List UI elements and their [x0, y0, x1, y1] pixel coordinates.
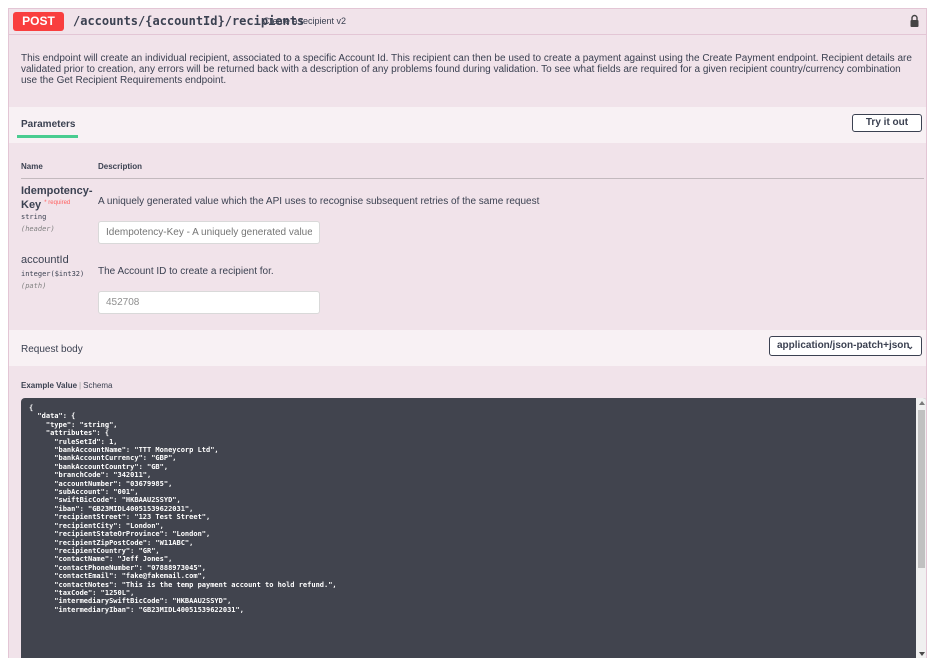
code-line: "intermediaryIban": "GB23MIDL40051539622… [29, 605, 244, 614]
scrollbar-thumb[interactable] [918, 410, 925, 568]
code-line: "recipientStreet": "123 Test Street", [29, 513, 211, 522]
param-name-line1: Idempotency- [21, 185, 93, 197]
param-location: (path) [21, 282, 47, 290]
code-line: "contactEmail": "fake@fakemail.com", [29, 572, 207, 581]
example-json-text: { "data": { "type": "string", "attribute… [29, 404, 337, 614]
code-line: "ruleSetId": 1, [29, 437, 118, 446]
idempotency-key-input[interactable] [98, 221, 320, 244]
code-line: "bankAccountCurrency": "GBP", [29, 454, 177, 463]
code-line: "intermediarySwiftBicCode": "HKBAAU2SSYD… [29, 597, 232, 606]
param-location: (header) [21, 225, 55, 233]
code-line: "subAccount": "001", [29, 488, 139, 497]
param-name-key: Key [21, 199, 42, 211]
param-name: accountId [21, 254, 69, 266]
scroll-down-icon[interactable] [919, 652, 925, 656]
code-line: "accountNumber": "03679985", [29, 479, 173, 488]
operation-description: This endpoint will create an individual … [21, 53, 912, 86]
parameters-tab-underline [17, 135, 78, 138]
param-type: string [21, 213, 47, 221]
request-body-header: Request body application/json-patch+json… [9, 330, 926, 366]
code-line: "bankAccountCountry": "GB", [29, 462, 169, 471]
column-header-description: Description [98, 162, 143, 171]
param-description: The Account ID to create a recipient for… [98, 266, 274, 277]
chevron-down-icon: ⌄ [906, 341, 914, 351]
code-scrollbar[interactable] [916, 398, 926, 658]
code-line: "taxCode": "1250L", [29, 588, 135, 597]
lock-icon[interactable] [909, 14, 920, 28]
column-header-name: Name [21, 162, 43, 171]
example-tabs: Example Value | Schema [21, 381, 112, 390]
tab-example-value[interactable]: Example Value [21, 381, 77, 390]
parameters-tab[interactable]: Parameters [21, 119, 75, 130]
code-line: "bankAccountName": "TTT Moneycorp Ltd", [29, 446, 219, 455]
param-type: integer($int32) [21, 270, 85, 278]
code-line: { [29, 404, 34, 412]
account-id-input[interactable] [98, 291, 320, 314]
required-marker: * required [44, 200, 71, 206]
try-it-out-button[interactable]: Try it out [852, 114, 922, 132]
code-line: "recipientStateOrProvince": "London", [29, 530, 211, 539]
content-type-value: application/json-patch+json [777, 340, 910, 351]
column-divider [21, 178, 924, 179]
param-description: A uniquely generated value which the API… [98, 196, 540, 207]
content-type-select[interactable]: application/json-patch+json ⌄ [769, 336, 922, 356]
code-line: "iban": "GB23MIDL40051539622031", [29, 504, 194, 513]
tab-schema[interactable]: Schema [83, 381, 112, 390]
code-line: "swiftBicCode": "HKBAAU2SSYD", [29, 496, 181, 505]
code-line: "contactName": "Jeff Jones", [29, 555, 173, 564]
param-name-line2: Key * required [21, 198, 70, 211]
code-line: "contactPhoneNumber": "07888973045", [29, 563, 207, 572]
operation-block: POST /accounts/{accountId}/recipients Cr… [8, 8, 927, 658]
example-value-code[interactable]: { "data": { "type": "string", "attribute… [21, 398, 926, 658]
code-line: "data": { [29, 412, 76, 421]
code-line: "type": "string", [29, 420, 118, 429]
code-line: "contactNotes": "This is the temp paymen… [29, 580, 337, 589]
operation-summary-text: Create a recipient v2 [263, 16, 347, 26]
code-line: "recipientCountry": "GR", [29, 546, 160, 555]
code-line: "recipientZipPostCode": "W11ABC", [29, 538, 194, 547]
code-line: "attributes": { [29, 429, 110, 438]
operation-summary[interactable]: POST /accounts/{accountId}/recipients Cr… [9, 9, 926, 35]
scroll-up-icon[interactable] [919, 401, 925, 405]
parameters-header: Parameters Try it out [9, 107, 926, 143]
http-method-badge: POST [13, 12, 64, 31]
request-body-title: Request body [21, 344, 83, 355]
code-line: "recipientCity": "London", [29, 521, 164, 530]
code-line: "branchCode": "342011", [29, 471, 152, 480]
